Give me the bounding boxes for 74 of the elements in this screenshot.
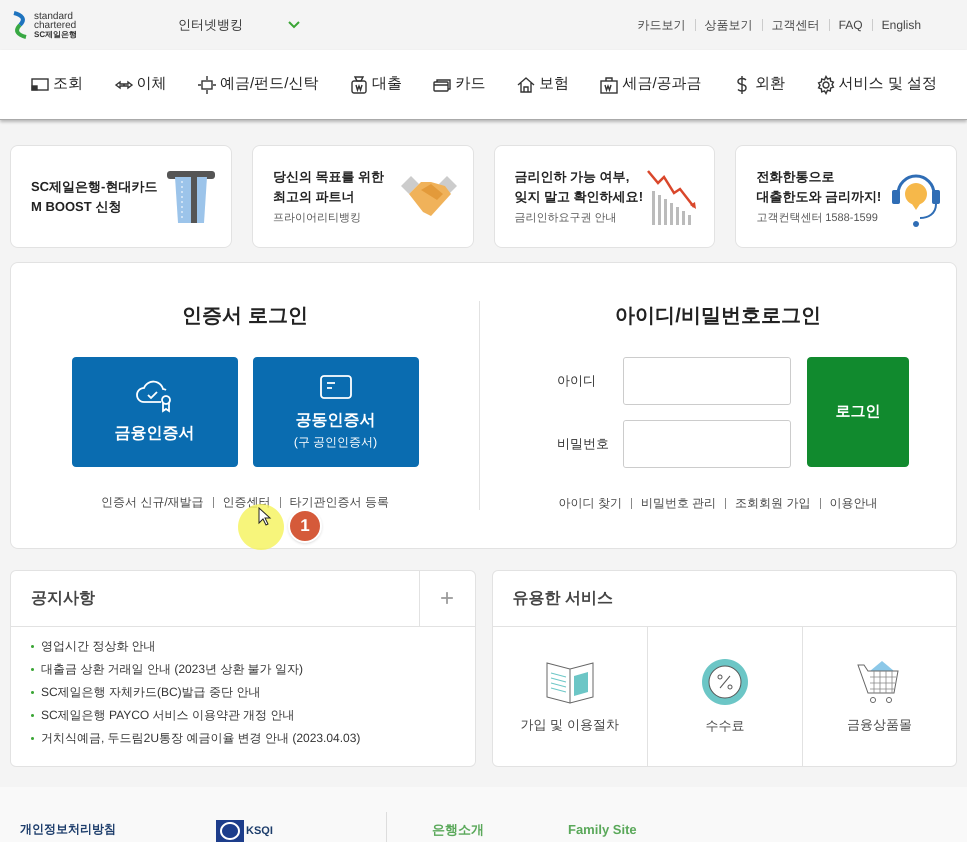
- card-icon: [318, 373, 352, 401]
- bullet-icon: [31, 644, 34, 648]
- nav-item[interactable]: 대출: [348, 73, 402, 96]
- nav-item[interactable]: 조회: [30, 73, 83, 96]
- utility-link[interactable]: 카드보기: [638, 16, 686, 34]
- field-label: 아이디: [557, 372, 597, 390]
- certificate-button[interactable]: 공동인증서 (구 공인인증서): [252, 357, 418, 467]
- promo-title: 잊지 말고 확인하세요!: [514, 188, 644, 206]
- promo-title: 금리인하 가능 여부,: [514, 168, 630, 186]
- service-item[interactable]: 수수료: [647, 627, 802, 766]
- account-link[interactable]: 비밀번호 관리: [640, 494, 716, 512]
- cursor-icon: [258, 507, 272, 527]
- account-link[interactable]: 조회회원 가입: [735, 494, 811, 512]
- panel-heading: 공지사항: [30, 588, 96, 608]
- promo-title: 전화한통으로: [756, 168, 836, 186]
- box-arrows-icon: [197, 74, 218, 94]
- account-link[interactable]: 아이디 찾기: [558, 494, 622, 512]
- input-field[interactable]: [623, 420, 791, 468]
- nav-item[interactable]: 세금/공과금: [599, 73, 702, 96]
- percent-icon: [700, 658, 749, 706]
- panel-title: 아이디/비밀번호로그인: [615, 304, 821, 329]
- utility-link[interactable]: English: [882, 16, 921, 34]
- promo-title: 대출한도와 금리까지!: [756, 188, 882, 206]
- promo-subtitle: 고객컨택센터 1588-1599: [756, 210, 879, 226]
- briefcase-icon: [599, 74, 620, 94]
- privacy-link[interactable]: 개인정보처리방침: [20, 820, 216, 838]
- ksqi-label: KSQI: [246, 824, 273, 839]
- certificate-link[interactable]: 타기관인증서 등록: [290, 493, 389, 511]
- bullet-icon: [31, 714, 34, 716]
- bag-icon: [348, 74, 369, 94]
- account-link[interactable]: 이용안내: [830, 494, 878, 512]
- utility-link[interactable]: FAQ: [838, 16, 863, 34]
- notice-link[interactable]: SC제일은행 자체카드(BC)발급 중단 안내: [41, 683, 260, 701]
- promo-title: 당신의 목표를 위한: [272, 168, 384, 186]
- promo-title: M BOOST 신청: [31, 198, 122, 216]
- notice-link[interactable]: 거치식예금, 두드림2U통장 예금이율 변경 안내 (2023.04.03): [41, 729, 360, 747]
- site-dropdown[interactable]: 인터넷뱅킹: [178, 15, 301, 35]
- nav-item[interactable]: 예금/펀드/신탁: [197, 73, 318, 96]
- promo-card[interactable]: 당신의 목표를 위한 최고의 파트너 프라이어리티뱅킹: [252, 145, 474, 248]
- nav-item[interactable]: 서비스 및 설정: [816, 73, 937, 96]
- house-icon: [516, 74, 536, 94]
- input-field[interactable]: [623, 357, 791, 405]
- promo-title: 최고의 파트너: [272, 188, 356, 206]
- login-button[interactable]: 로그인: [807, 357, 909, 467]
- field-label: 비밀번호: [557, 435, 610, 454]
- nav-item[interactable]: 보험: [516, 73, 569, 96]
- nav-item[interactable]: 외환: [732, 73, 786, 96]
- utility-link[interactable]: 고객센터: [772, 16, 820, 34]
- promo-subtitle: 금리인하요구권 안내: [514, 210, 618, 226]
- notice-link[interactable]: 영업시간 정상화 안내: [41, 637, 156, 655]
- notice-link[interactable]: SC제일은행 PAYCO 서비스 이용약관 개정 안내: [41, 706, 295, 724]
- promo-subtitle: 프라이어리티뱅킹: [272, 210, 362, 226]
- bullet-icon: [31, 736, 34, 740]
- bullet-icon: [31, 690, 34, 694]
- chevron-down-icon: [287, 20, 301, 30]
- notice-link[interactable]: 대출금 상환 거래일 안내 (2023년 상환 불가 일자): [41, 660, 304, 678]
- bullet-icon: [31, 668, 34, 670]
- settings-icon: [816, 74, 836, 94]
- panel-title: 인증서 로그인: [182, 304, 308, 329]
- promo-card[interactable]: 전화한통으로 대출한도와 금리까지! 고객컨택센터 1588-1599: [735, 145, 957, 248]
- logo-text: standard chartered SC제일은행: [34, 12, 78, 38]
- utility-link[interactable]: 상품보기: [704, 16, 753, 34]
- panel-heading: 유용한 서비스: [492, 571, 956, 627]
- promo-title: SC제일은행-현대카드: [31, 178, 158, 196]
- certificate-link[interactable]: 인증센터: [222, 493, 271, 511]
- promo-card[interactable]: SC제일은행-현대카드 M BOOST 신청: [10, 145, 232, 248]
- step-badge: 1: [288, 509, 322, 543]
- nav-item[interactable]: 카드: [432, 73, 486, 96]
- promo-card[interactable]: 금리인하 가능 여부, 잊지 말고 확인하세요! 금리인하요구권 안내: [494, 145, 716, 248]
- certificate-link[interactable]: 인증서 신규/재발급: [100, 493, 204, 511]
- certificate-button[interactable]: 금융인증서: [72, 357, 238, 467]
- nav-item[interactable]: 이체: [114, 73, 167, 96]
- service-item[interactable]: 금융상품몰: [802, 627, 956, 766]
- service-item[interactable]: 가입 및 이용절차: [492, 627, 647, 766]
